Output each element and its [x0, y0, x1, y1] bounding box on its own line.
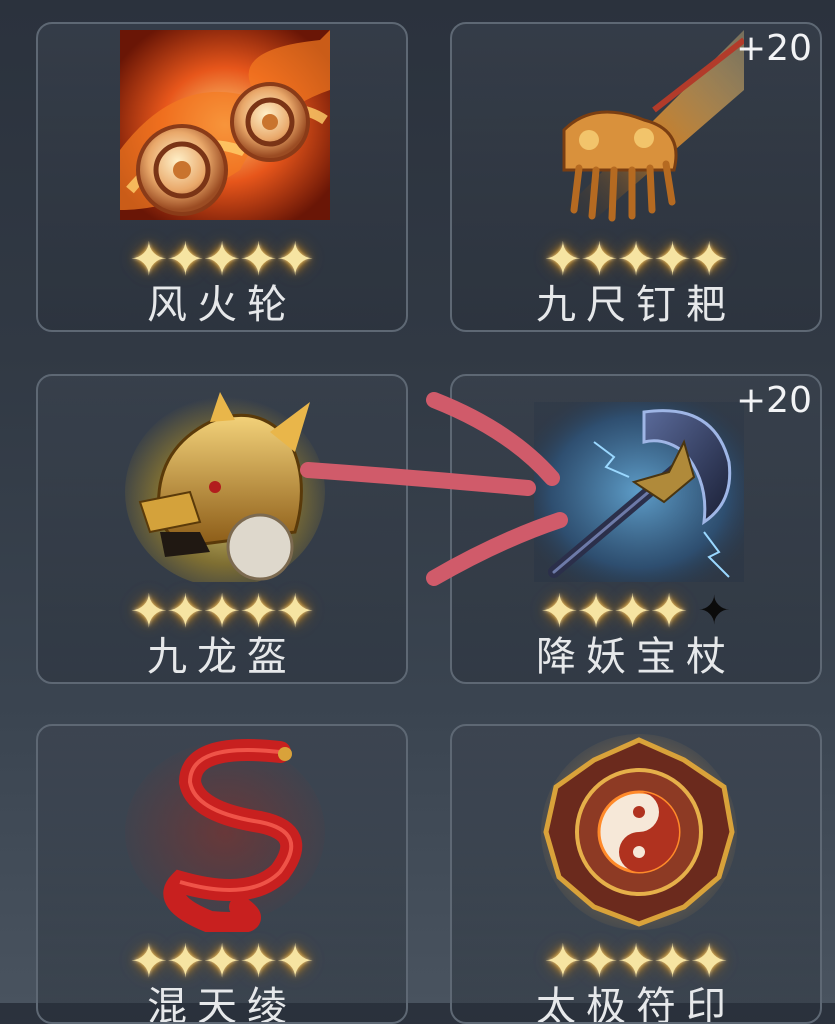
taiji-seal-icon	[541, 734, 737, 930]
item-card-nine-tooth-rake[interactable]: +20 ✦✦✦✦✦ 九尺钉耙	[450, 22, 822, 332]
enhance-level: +20	[736, 28, 812, 69]
dragon-helmet-icon	[125, 392, 325, 582]
item-name: 风火轮	[147, 282, 297, 328]
item-name: 九龙盔	[147, 634, 297, 680]
nine-tooth-rake-icon	[562, 30, 744, 222]
item-card-red-silk-sash[interactable]: ✦✦✦✦✦ 混天绫	[36, 724, 408, 1024]
item-name: 混天绫	[147, 984, 297, 1024]
item-card-fire-wheels[interactable]: ✦✦✦✦✦ 风火轮	[36, 22, 408, 332]
demon-subduing-staff-icon	[534, 402, 744, 582]
item-card-taiji-seal[interactable]: ✦✦✦✦✦ 太极符印	[450, 724, 822, 1024]
enhance-level: +20	[736, 380, 812, 421]
item-card-dragon-helmet[interactable]: ✦✦✦✦✦ 九龙盔	[36, 374, 408, 684]
item-name: 降妖宝杖	[536, 634, 736, 680]
item-card-demon-subduing-staff[interactable]: +20 ✦✦✦✦ ✦ 降妖宝杖	[450, 374, 822, 684]
red-silk-sash-icon	[125, 739, 325, 932]
item-name: 九尺钉耙	[536, 282, 736, 328]
item-name: 太极符印	[536, 984, 736, 1024]
fire-wheels-icon	[120, 30, 330, 220]
